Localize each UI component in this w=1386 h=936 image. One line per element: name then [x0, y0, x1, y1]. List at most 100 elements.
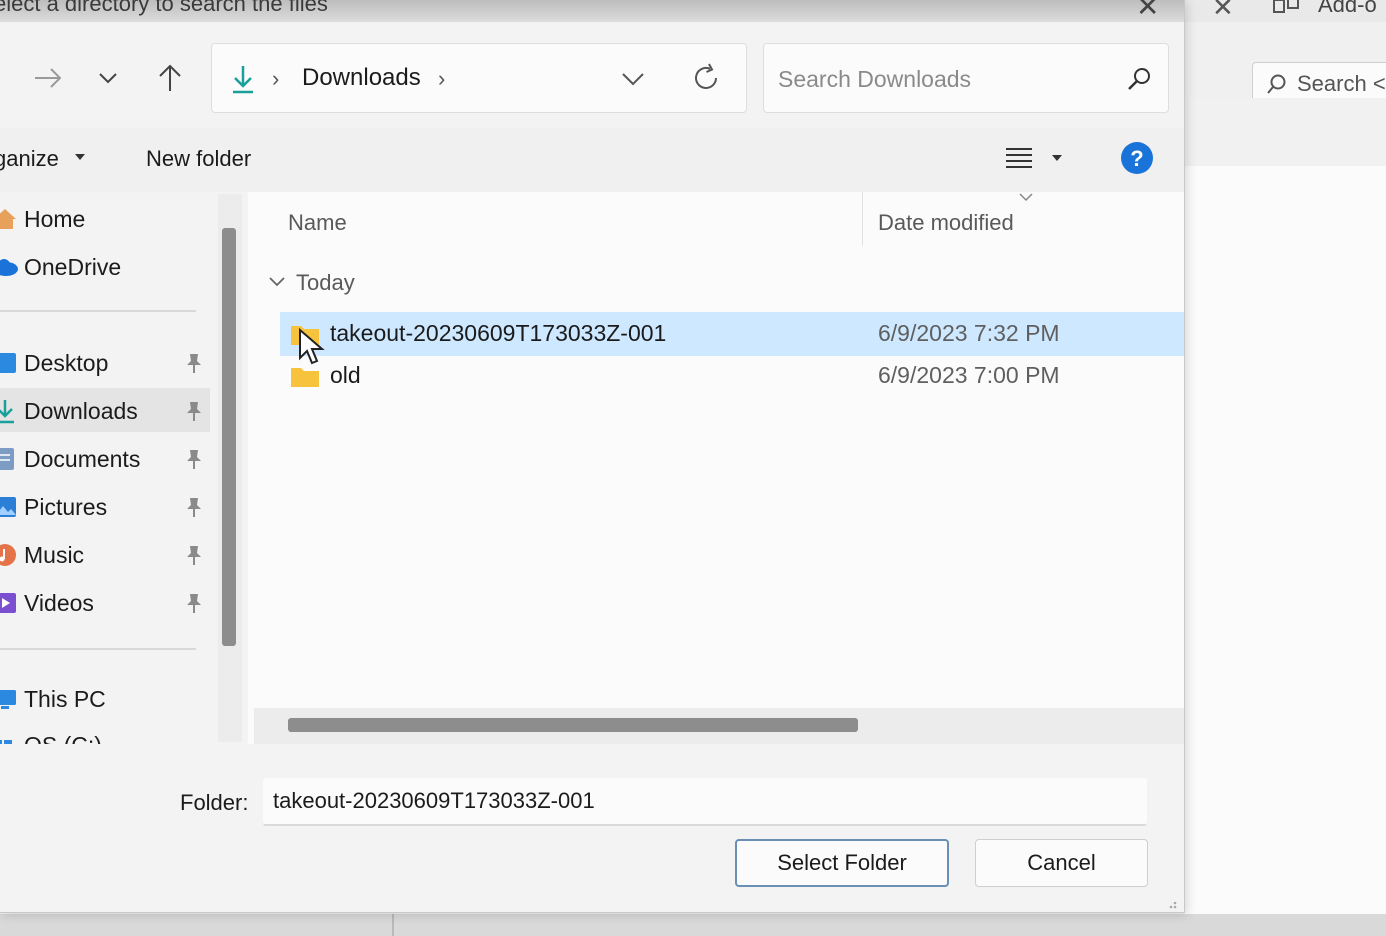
background-app-window: ✕ Add-o Search <	[1184, 0, 1386, 936]
desktop-icon	[0, 353, 16, 373]
cancel-button[interactable]: Cancel	[975, 839, 1148, 887]
computer-icon	[0, 690, 16, 709]
search-icon	[1267, 74, 1286, 94]
sidebar-item-label: Desktop	[24, 350, 109, 376]
video-icon	[0, 593, 16, 613]
background-title-bar: ✕ Add-o	[1184, 0, 1386, 22]
document-icon	[0, 448, 14, 470]
organize-button[interactable]: ganize	[0, 146, 59, 172]
select-folder-button[interactable]: Select Folder	[735, 839, 949, 887]
cloud-icon	[0, 259, 18, 276]
sidebar-item-this-pc[interactable]: This PC	[0, 676, 210, 720]
svg-text:?: ?	[1130, 146, 1143, 171]
sidebar-item-label: Home	[24, 206, 86, 232]
chevron-down-icon	[99, 73, 117, 84]
forward-button[interactable]	[30, 60, 66, 96]
taskbar-divider	[392, 914, 394, 936]
pin-icon[interactable]	[184, 544, 204, 566]
mouse-cursor-icon	[299, 328, 325, 365]
new-folder-button[interactable]: New folder	[146, 146, 251, 172]
file-date: 6/9/2023 7:00 PM	[878, 362, 1060, 388]
file-date: 6/9/2023 7:32 PM	[878, 320, 1060, 346]
folder-name-input[interactable]	[263, 778, 1147, 826]
sidebar-item-label: Videos	[24, 590, 94, 616]
addon-icon[interactable]	[1272, 0, 1302, 14]
column-header-name[interactable]: Name	[288, 210, 347, 236]
arrow-right-icon	[35, 68, 62, 88]
sidebar-item-home[interactable]: Home	[0, 196, 210, 240]
pin-icon[interactable]	[184, 352, 204, 374]
background-ribbon	[1184, 98, 1386, 167]
search-input[interactable]	[776, 58, 1120, 100]
sidebar-divider	[0, 310, 196, 312]
dialog-title-bar: elect a directory to search the files ✕	[0, 0, 1184, 22]
search-box[interactable]	[763, 43, 1169, 113]
arrow-up-icon	[159, 64, 181, 91]
breadcrumb-separator[interactable]: ›	[438, 66, 445, 92]
group-header-today[interactable]: Today	[296, 270, 355, 296]
background-search-label: Search <	[1297, 71, 1386, 96]
sidebar-item-label: Documents	[24, 446, 141, 472]
command-bar: ganize New folder ?	[0, 128, 1184, 192]
file-name: takeout-20230609T173033Z-001	[330, 320, 667, 346]
sidebar-item-onedrive[interactable]: OneDrive	[0, 244, 210, 288]
sort-chevron-icon	[1019, 193, 1033, 202]
sidebar-scrollbar-thumb[interactable]	[222, 228, 236, 646]
background-toolbar: Search <	[1184, 22, 1386, 108]
column-divider[interactable]	[862, 192, 863, 246]
sidebar-item-music[interactable]: Music	[0, 532, 210, 576]
file-list-pane: Name Date modified Today takeout-2023060…	[248, 192, 1184, 744]
background-close-icon[interactable]: ✕	[1212, 0, 1234, 23]
drive-icon	[0, 740, 12, 744]
pin-icon[interactable]	[184, 592, 204, 614]
sidebar-divider	[0, 648, 196, 650]
view-list-icon[interactable]	[1004, 144, 1034, 172]
file-name: old	[330, 362, 361, 388]
column-header-date-modified[interactable]: Date modified	[878, 210, 1014, 236]
download-icon	[233, 66, 253, 94]
sidebar-item-downloads[interactable]: Downloads	[0, 388, 210, 432]
breadcrumb-separator[interactable]: ›	[272, 66, 279, 92]
pin-icon[interactable]	[184, 448, 204, 470]
taskbar-strip	[0, 914, 1386, 936]
download-icon	[0, 400, 14, 424]
sidebar-item-label: Music	[24, 542, 85, 568]
folder-icon	[291, 368, 319, 387]
sidebar-item-desktop[interactable]: Desktop	[0, 340, 210, 384]
sidebar-item-label: OS (C:)	[24, 732, 102, 744]
chevron-down-icon[interactable]	[618, 66, 648, 92]
addon-label[interactable]: Add-o	[1318, 0, 1377, 18]
sidebar-item-label: This PC	[24, 686, 106, 712]
pin-icon[interactable]	[184, 400, 204, 422]
caret-down-icon[interactable]	[1050, 154, 1064, 162]
help-icon[interactable]: ?	[1120, 141, 1154, 175]
sidebar-item-os-drive[interactable]: OS (C:)	[0, 722, 210, 744]
refresh-icon[interactable]	[690, 62, 722, 94]
resize-grip-icon[interactable]	[1162, 894, 1178, 910]
pin-icon[interactable]	[184, 496, 204, 518]
home-icon	[0, 209, 16, 229]
chevron-down-icon[interactable]	[268, 276, 286, 288]
up-button[interactable]	[152, 60, 188, 96]
music-icon	[0, 544, 16, 566]
search-icon	[1128, 68, 1150, 90]
sidebar-item-label: Pictures	[24, 494, 108, 520]
sidebar-item-pictures[interactable]: Pictures	[0, 484, 210, 528]
select-folder-dialog: elect a directory to search the files ✕ …	[0, 0, 1185, 913]
file-row[interactable]: old 6/9/2023 7:00 PM	[280, 354, 1184, 398]
dialog-title: elect a directory to search the files	[0, 0, 328, 16]
recent-locations-button[interactable]	[90, 60, 126, 96]
close-icon[interactable]: ✕	[1136, 0, 1159, 23]
navigation-pane: Home OneDrive Desktop Downloads Document…	[0, 192, 212, 744]
folder-label: Folder:	[180, 790, 249, 815]
breadcrumb-downloads[interactable]: Downloads	[302, 64, 421, 92]
sidebar-item-documents[interactable]: Documents	[0, 436, 210, 480]
pictures-icon	[0, 497, 16, 517]
address-bar[interactable]: › Downloads ›	[211, 43, 747, 113]
horizontal-scrollbar-thumb[interactable]	[288, 718, 858, 732]
caret-down-icon	[75, 154, 85, 160]
sidebar-item-label: Downloads	[24, 398, 138, 424]
sidebar-item-videos[interactable]: Videos	[0, 580, 210, 624]
sidebar-item-label: OneDrive	[24, 254, 122, 280]
file-row[interactable]: takeout-20230609T173033Z-001 6/9/2023 7:…	[280, 312, 1184, 356]
